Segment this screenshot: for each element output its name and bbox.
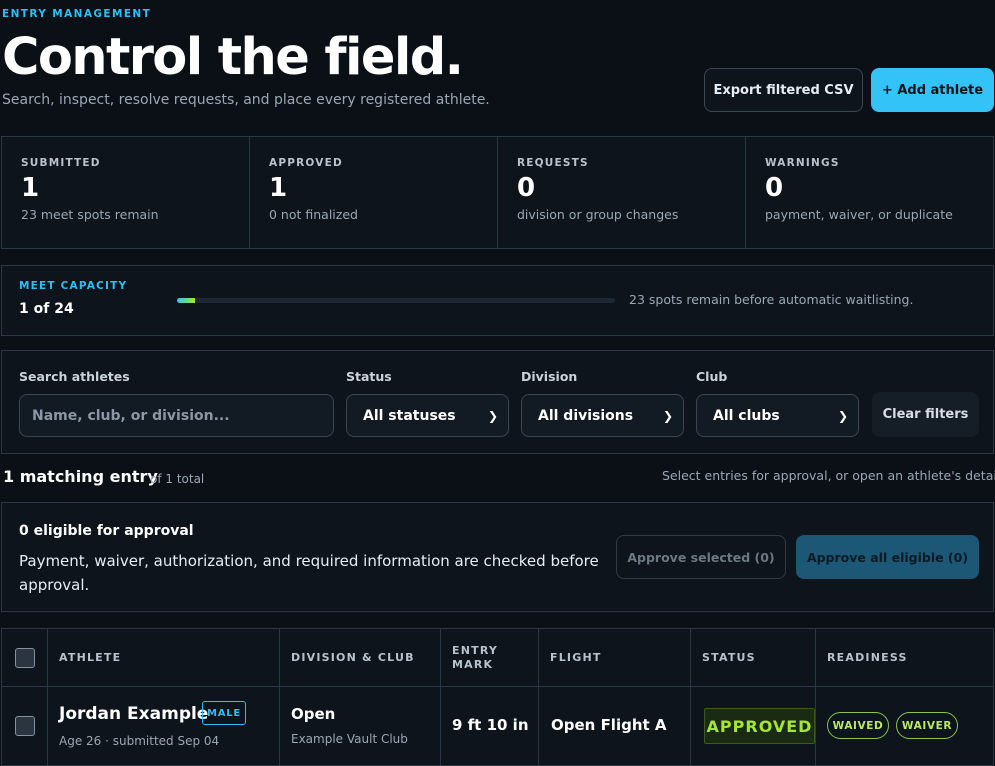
status-select[interactable]: All statuses ❯ [346,394,509,437]
gender-tag: MALE [202,701,246,725]
division-filter-label: Division [521,369,578,384]
search-input[interactable] [19,394,334,437]
stat-approved: APPROVED 1 0 not finalized [250,137,498,248]
column-header-division-club[interactable]: DIVISION & CLUB [279,629,440,687]
stat-submitted: SUBMITTED 1 23 meet spots remain [2,137,250,248]
clear-filters-button[interactable]: Clear filters [872,392,979,437]
page-subtitle: Search, inspect, resolve requests, and p… [2,92,490,108]
entries-table: ATHLETE DIVISION & CLUB ENTRY MARK FLIGH… [1,628,994,766]
results-hint: Select entries for approval, or open an … [662,468,995,483]
club-value: Example Vault Club [291,732,408,746]
stat-value: 1 [21,173,40,203]
division-select[interactable]: All divisions ❯ [521,394,684,437]
division-select-value: All divisions [538,407,634,424]
capacity-panel: MEET CAPACITY 1 of 24 23 spots remain be… [1,265,994,336]
stat-requests: REQUESTS 0 division or group changes [498,137,746,248]
approval-title: 0 eligible for approval [19,523,194,539]
column-header-flight[interactable]: FLIGHT [538,629,690,687]
stat-value: 0 [517,173,536,203]
stats-panel: SUBMITTED 1 23 meet spots remain APPROVE… [1,136,994,249]
filters-panel: Search athletes Status All statuses ❯ Di… [1,350,994,454]
table-row[interactable]: Jordan Example MALE Age 26 · submitted S… [2,687,993,766]
stat-warnings: WARNINGS 0 payment, waiver, or duplicate [746,137,993,248]
approve-all-eligible-button[interactable]: Approve all eligible (0) [796,535,979,579]
approval-panel: 0 eligible for approval Payment, waiver,… [1,502,994,612]
page-title: Control the field. [2,28,464,87]
results-title: 1 matching entry [3,467,158,486]
capacity-value: 1 of 24 [19,301,74,317]
stat-label: WARNINGS [765,157,840,169]
club-filter-label: Club [696,369,728,384]
chevron-down-icon: ❯ [487,408,498,423]
select-all-checkbox[interactable] [15,648,35,668]
readiness-badge-waived: WAIVED [827,712,889,739]
status-badge: APPROVED [704,708,815,744]
capacity-progress-fill [177,298,196,303]
row-select-checkbox[interactable] [15,716,35,736]
entry-mark-value: 9 ft 10 in [452,716,529,734]
approval-description: Payment, waiver, authorization, and requ… [19,552,599,594]
readiness-badge-waiver: WAIVER [896,712,958,739]
table-header: ATHLETE DIVISION & CLUB ENTRY MARK FLIGH… [2,629,993,687]
column-header-status[interactable]: STATUS [690,629,815,687]
page-eyebrow: ENTRY MANAGEMENT [2,8,152,20]
stat-value: 0 [765,173,784,203]
stat-note: 23 meet spots remain [21,207,159,222]
chevron-down-icon: ❯ [837,408,848,423]
approve-selected-button[interactable]: Approve selected (0) [616,535,786,579]
stat-note: payment, waiver, or duplicate [765,207,953,222]
chevron-down-icon: ❯ [662,408,673,423]
status-select-value: All statuses [363,407,456,424]
athlete-meta: Age 26 · submitted Sep 04 [59,734,220,748]
search-label: Search athletes [19,369,130,384]
results-count: of 1 total [150,472,205,486]
club-select-value: All clubs [713,407,780,424]
column-header-readiness[interactable]: READINESS [815,629,993,687]
division-value: Open [291,705,336,723]
club-select[interactable]: All clubs ❯ [696,394,859,437]
stat-label: APPROVED [269,157,343,169]
status-filter-label: Status [346,369,392,384]
column-header-athlete[interactable]: ATHLETE [47,629,279,687]
stat-note: 0 not finalized [269,207,358,222]
add-athlete-button[interactable]: + Add athlete [871,68,994,112]
capacity-label: MEET CAPACITY [19,280,128,292]
stat-value: 1 [269,173,288,203]
flight-value: Open Flight A [551,716,667,734]
athlete-name-link[interactable]: Jordan Example [59,704,208,724]
export-csv-button[interactable]: Export filtered CSV [704,68,863,112]
stat-note: division or group changes [517,207,679,222]
stat-label: REQUESTS [517,157,589,169]
stat-label: SUBMITTED [21,157,101,169]
column-header-entry-mark[interactable]: ENTRY MARK [440,629,530,687]
capacity-progress-bar [177,298,615,303]
capacity-note: 23 spots remain before automatic waitlis… [629,292,914,307]
